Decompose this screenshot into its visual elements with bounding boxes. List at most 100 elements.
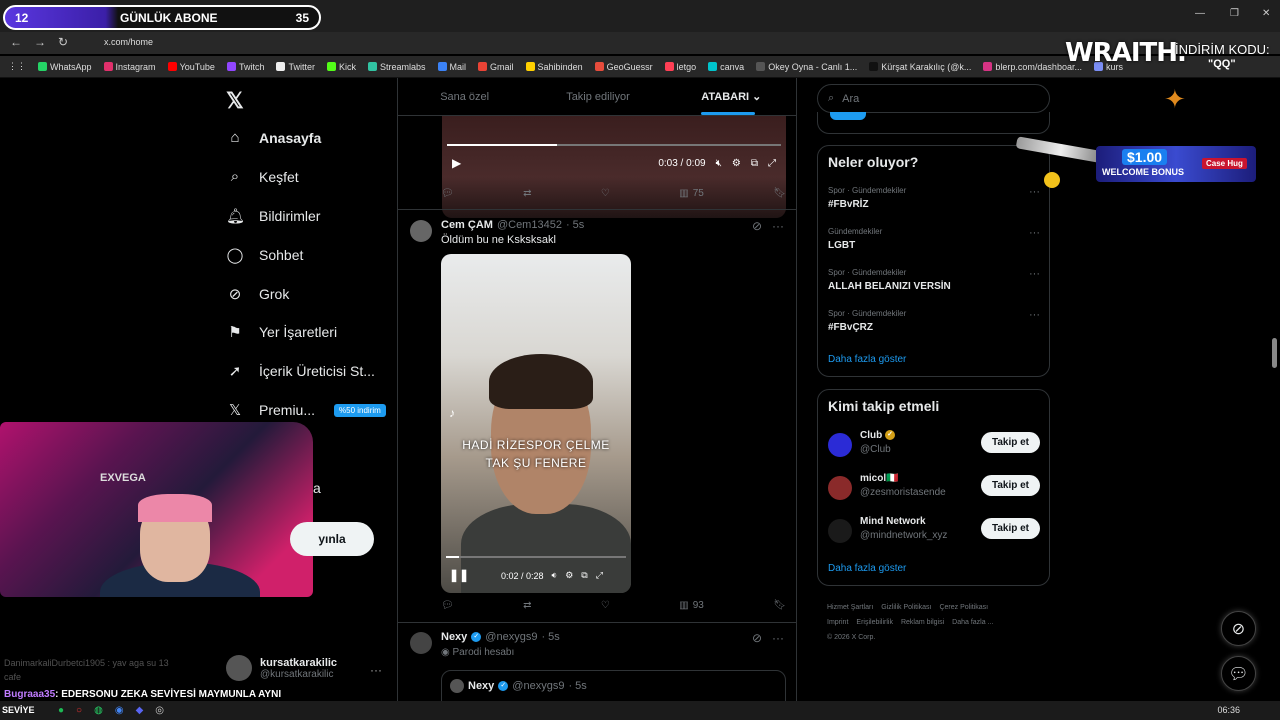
spotify-icon[interactable]: ● <box>58 705 64 716</box>
fullscreen-icon[interactable]: ⤢ <box>596 570 603 581</box>
more-icon[interactable]: ··· <box>1029 227 1040 239</box>
more-icon[interactable]: ··· <box>772 631 784 645</box>
tab-following[interactable]: Takip ediliyor <box>531 78 664 115</box>
follow-suggestion[interactable]: Club ✓ @Club Takip et <box>828 430 1040 460</box>
reload-icon[interactable]: ↻ <box>58 35 68 49</box>
account-switcher[interactable]: kursatkarakilic @kursatkarakilic <box>226 655 337 681</box>
trend-item[interactable]: Spor · Gündemdekiler #FBvRİZ ··· <box>828 186 1040 210</box>
nav-item-2[interactable]: 🔔︎ Bildirimler <box>226 207 320 225</box>
scrollbar[interactable] <box>1272 338 1277 368</box>
x-logo-icon[interactable]: 𝕏 <box>226 88 244 114</box>
pip-icon[interactable]: ⧉ <box>751 158 758 169</box>
minimize-icon[interactable]: — <box>1195 8 1205 19</box>
like-icon[interactable]: ♡ <box>601 188 610 199</box>
whatsapp-icon[interactable]: ◍ <box>94 705 103 716</box>
grok-icon[interactable]: ⊘ <box>752 631 762 645</box>
post-handle[interactable]: @Cem13452 <box>497 219 562 231</box>
bookmark-item[interactable]: WhatsApp <box>38 62 92 72</box>
video-player[interactable]: ♪ HADİ RİZESPOR ÇELME TAK ŞU FENERE ❚❚ 0… <box>441 254 631 593</box>
bookmark-item[interactable]: canva <box>708 62 744 72</box>
grok-icon[interactable]: ⊘ <box>1221 611 1256 646</box>
repost-icon[interactable]: ⇄ <box>523 600 531 611</box>
bookmark-item[interactable]: letgo <box>664 62 696 72</box>
footer-link[interactable]: Hizmet Şartları <box>827 604 873 611</box>
footer-link[interactable]: Reklam bilgisi <box>901 619 944 626</box>
more-icon[interactable]: ··· <box>1029 268 1040 280</box>
apps-grid-icon[interactable]: ⋮⋮ <box>8 61 26 72</box>
nav-item-4[interactable]: ⊘ Grok <box>226 285 290 303</box>
follow-button[interactable]: Takip et <box>981 432 1040 453</box>
follow-button[interactable]: Takip et <box>981 475 1040 496</box>
obs-icon[interactable]: ◎ <box>155 705 164 716</box>
bookmark-item[interactable]: Twitter <box>276 62 315 72</box>
avatar[interactable] <box>410 632 432 654</box>
settings-icon[interactable]: ⚙ <box>565 570 573 581</box>
more-icon[interactable]: ··· <box>370 663 382 677</box>
reply-icon[interactable]: 💬︎ <box>441 188 454 199</box>
nav-item-1[interactable]: ⌕ Keşfet <box>226 168 299 185</box>
repost-icon[interactable]: ⇄ <box>523 188 531 199</box>
post-handle[interactable]: @nexygs9 <box>485 631 537 643</box>
trends-show-more[interactable]: Daha fazla göster <box>828 354 906 365</box>
footer-link[interactable]: Çerez Politikası <box>939 604 988 611</box>
volume-icon[interactable]: 🔇︎ <box>716 158 722 169</box>
more-icon[interactable]: ··· <box>1029 309 1040 321</box>
video-progress-bar[interactable] <box>446 556 626 558</box>
bookmark-item[interactable]: Mail <box>437 62 466 72</box>
fullscreen-icon[interactable]: ⤢ <box>768 158 776 169</box>
nav-item-0[interactable]: ⌂ Anasayfa <box>226 129 321 146</box>
opera-icon[interactable]: ○ <box>76 705 82 716</box>
forward-icon[interactable]: → <box>34 35 46 49</box>
trend-item[interactable]: Spor · Gündemdekiler #FBvÇRZ ··· <box>828 309 1040 333</box>
bookmark-item[interactable]: GeoGuessr <box>594 62 653 72</box>
bookmark-icon[interactable]: 🔖︎ <box>773 188 786 199</box>
bookmark-icon[interactable]: 🔖︎ <box>773 600 786 611</box>
bookmark-item[interactable]: Streamlabs <box>367 62 426 72</box>
trend-item[interactable]: Spor · Gündemdekiler ALLAH BELANIZI VERSİ… <box>828 268 1040 292</box>
footer-link[interactable]: Imprint <box>827 619 848 626</box>
url-field[interactable]: x.com/home <box>104 37 153 47</box>
bookmark-item[interactable]: Kick <box>326 62 356 72</box>
grok-icon[interactable]: ⊘ <box>752 219 762 233</box>
bookmark-item[interactable]: Sahibinden <box>525 62 583 72</box>
video-progress-bar[interactable] <box>447 144 781 146</box>
video-player[interactable]: ▶ 0:03 / 0:09 🔇︎ ⚙ ⧉ ⤢ <box>442 116 786 218</box>
bookmark-item[interactable]: YouTube <box>167 62 215 72</box>
follow-show-more[interactable]: Daha fazla göster <box>828 563 906 574</box>
more-icon[interactable]: ··· <box>1029 186 1040 198</box>
nav-item-6[interactable]: ➚ İçerik Üreticisi St... <box>226 362 375 380</box>
tab-atabari[interactable]: ATABARI ⌄ <box>665 78 796 115</box>
back-icon[interactable]: ← <box>10 35 22 49</box>
views-count[interactable]: ▥ 75 <box>679 188 704 199</box>
tab-for-you[interactable]: Sana özel <box>398 78 531 115</box>
footer-link[interactable]: Erişilebilirlik <box>856 619 893 626</box>
reply-icon[interactable]: 💬︎ <box>441 600 454 611</box>
views-count[interactable]: ▥ 93 <box>679 600 704 611</box>
nav-item-5[interactable]: ⚑ Yer İşaretleri <box>226 323 337 341</box>
pip-icon[interactable]: ⧉ <box>581 570 587 581</box>
bookmark-item[interactable]: Twitch <box>226 62 264 72</box>
follow-suggestion[interactable]: micol🇮🇹 @zesmoristasende Takip et <box>828 473 1040 503</box>
close-icon[interactable]: ✕ <box>1262 8 1270 19</box>
settings-icon[interactable]: ⚙ <box>732 158 741 169</box>
footer-link[interactable]: © 2026 X Corp. <box>827 634 875 641</box>
messages-icon[interactable]: 💬︎ <box>1221 656 1256 691</box>
post-button[interactable]: yınla <box>290 522 374 556</box>
bookmark-item[interactable]: Instagram <box>103 62 156 72</box>
footer-link[interactable]: Gizlilik Politikası <box>881 604 931 611</box>
footer-link[interactable]: Daha fazla ... <box>952 619 993 626</box>
post-author[interactable]: Cem ÇAM <box>441 219 493 231</box>
post-age[interactable]: · 5s <box>541 631 559 643</box>
bookmark-item[interactable]: Kürşat Karakılıç (@k... <box>869 62 971 72</box>
follow-suggestion[interactable]: Mind Network @mindnetwork_xyz Takip et <box>828 516 1040 546</box>
play-icon[interactable]: ▶ <box>452 156 461 170</box>
avatar[interactable] <box>410 220 432 242</box>
nav-item-7[interactable]: 𝕏 Premiu... %50 indirim <box>226 401 386 419</box>
pause-icon[interactable]: ❚❚ <box>449 568 469 582</box>
nav-item-3[interactable]: ◯ Sohbet <box>226 246 304 264</box>
maximize-icon[interactable]: ❐ <box>1230 8 1239 19</box>
trend-item[interactable]: Gündemdekiler LGBT ··· <box>828 227 1040 251</box>
chrome-icon[interactable]: ◉ <box>115 705 124 716</box>
like-icon[interactable]: ♡ <box>601 600 610 611</box>
post-author[interactable]: Nexy <box>441 631 467 643</box>
